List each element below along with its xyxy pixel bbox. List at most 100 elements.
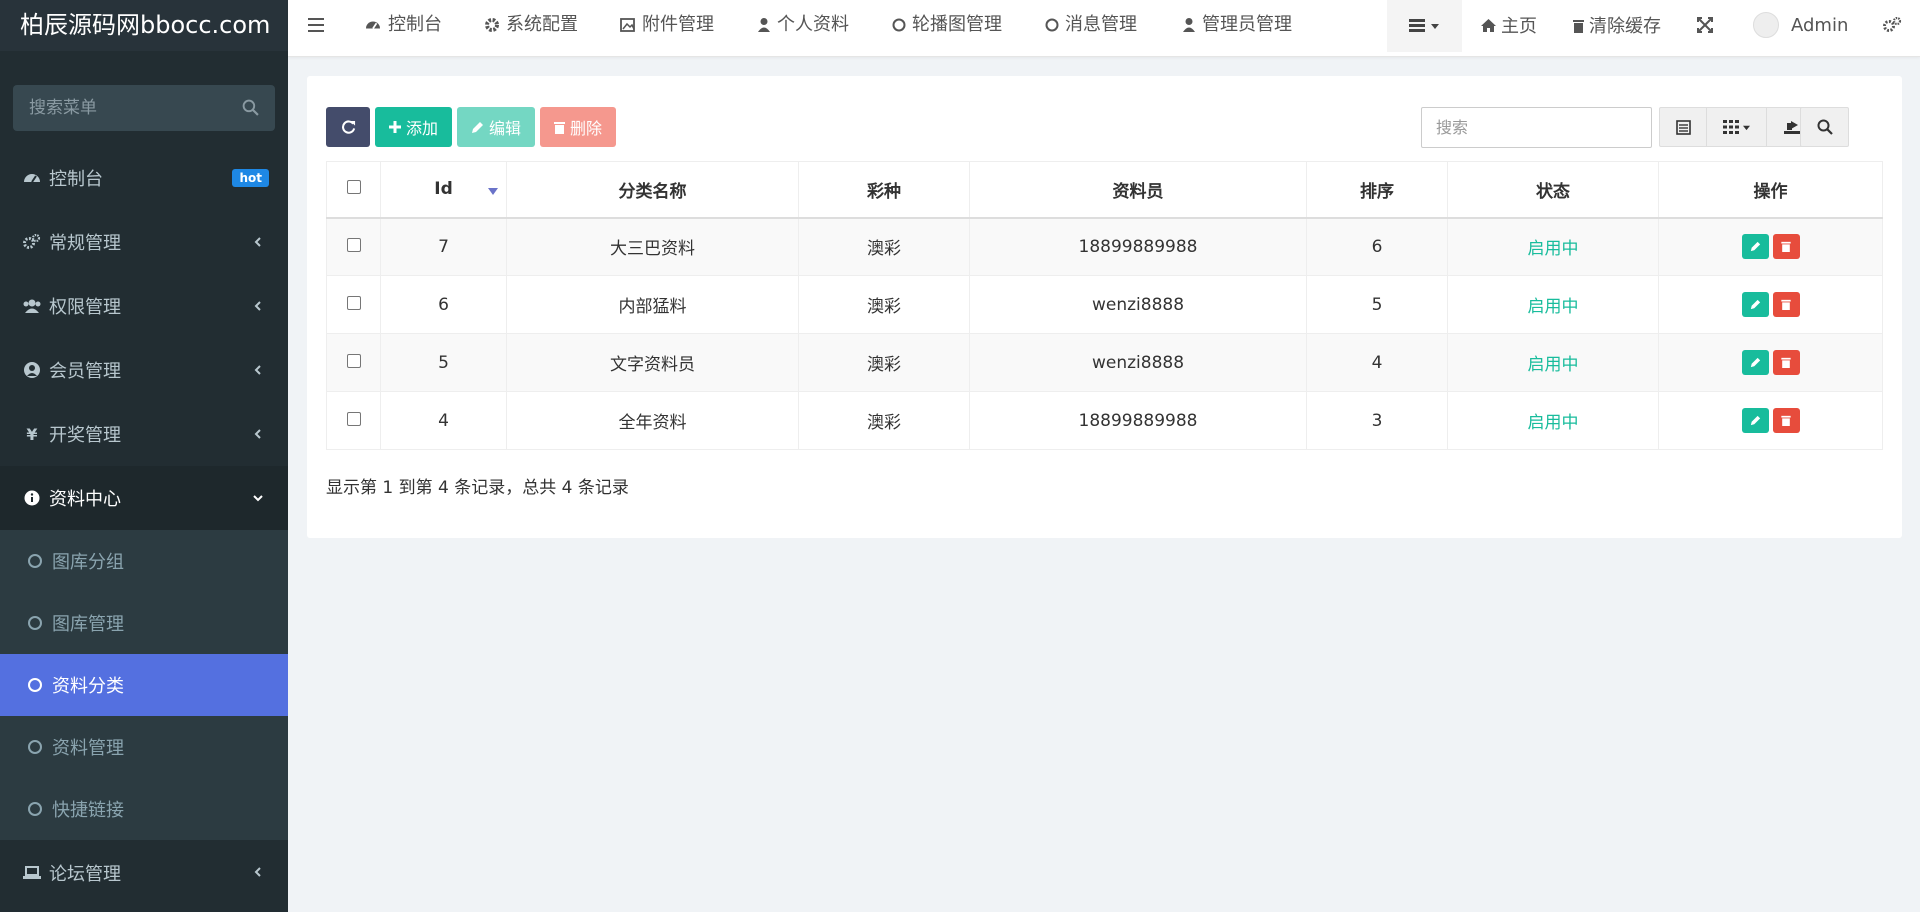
tab-profile[interactable]: 个人资料 bbox=[757, 0, 849, 50]
row-edit-button[interactable] bbox=[1741, 350, 1769, 375]
tab-dashboard[interactable]: 控制台 bbox=[364, 0, 442, 50]
sidebar-item-data-category[interactable]: 资料分类 bbox=[0, 654, 288, 716]
advanced-search-button[interactable] bbox=[1800, 107, 1849, 147]
edit-button[interactable]: 编辑 bbox=[457, 107, 536, 147]
sidebar-item-quick-links[interactable]: 快捷链接 bbox=[0, 778, 288, 840]
tab-carousel[interactable]: 轮播图管理 bbox=[892, 0, 1002, 50]
columns-button[interactable] bbox=[1707, 107, 1767, 147]
cell-clerk: wenzi8888 bbox=[969, 275, 1307, 334]
cell-actions bbox=[1658, 391, 1883, 450]
cell-type: 澳彩 bbox=[798, 217, 970, 276]
hamburger-icon[interactable] bbox=[308, 17, 326, 33]
trash-icon bbox=[1573, 19, 1584, 33]
row-delete-button[interactable] bbox=[1772, 350, 1800, 375]
chevron-left-icon bbox=[254, 237, 261, 247]
row-edit-button[interactable] bbox=[1741, 292, 1769, 317]
cell-name: 全年资料 bbox=[506, 391, 799, 450]
tabs-dropdown-button[interactable] bbox=[1387, 0, 1462, 52]
list-icon bbox=[1409, 19, 1425, 32]
tab-label: 管理员管理 bbox=[1202, 14, 1292, 35]
clear-cache-link[interactable]: 清除缓存 bbox=[1572, 0, 1661, 50]
content-panel: 添加 编辑 删除 Id 分类名称 bbox=[307, 76, 1902, 538]
tab-messages[interactable]: 消息管理 bbox=[1045, 0, 1137, 50]
chevron-left-icon bbox=[254, 365, 261, 375]
circle-icon bbox=[28, 740, 42, 754]
gear-icon bbox=[485, 18, 499, 32]
cell-type: 澳彩 bbox=[798, 391, 970, 450]
sidebar-item-forum[interactable]: 论坛管理 bbox=[0, 840, 288, 906]
row-checkbox[interactable] bbox=[346, 411, 361, 426]
trash-icon bbox=[1781, 242, 1791, 253]
row-edit-button[interactable] bbox=[1741, 408, 1769, 433]
table-row[interactable]: 6 内部猛料 澳彩 wenzi8888 5 启用中 bbox=[326, 275, 1883, 334]
plus-icon bbox=[389, 121, 401, 133]
circle-icon bbox=[28, 802, 42, 816]
row-select-cell bbox=[326, 333, 381, 392]
fullscreen-button[interactable] bbox=[1697, 0, 1713, 50]
row-delete-button[interactable] bbox=[1772, 408, 1800, 433]
sidebar-item-data-center[interactable]: 资料中心 bbox=[0, 466, 288, 530]
cell-actions bbox=[1658, 333, 1883, 392]
settings-button[interactable] bbox=[1882, 0, 1902, 50]
trash-icon bbox=[1781, 415, 1791, 426]
add-button[interactable]: 添加 bbox=[375, 107, 453, 147]
table-search-input[interactable] bbox=[1421, 107, 1652, 148]
column-header-id[interactable]: Id bbox=[380, 161, 507, 219]
sidebar-item-members[interactable]: 会员管理 bbox=[0, 338, 288, 402]
column-header-type[interactable]: 彩种 bbox=[798, 161, 970, 219]
search-icon[interactable] bbox=[242, 99, 259, 116]
cell-status[interactable]: 启用中 bbox=[1447, 391, 1659, 450]
table-row[interactable]: 4 全年资料 澳彩 18899889988 3 启用中 bbox=[326, 391, 1883, 450]
chevron-left-icon bbox=[254, 867, 261, 877]
sidebar-item-permissions[interactable]: 权限管理 bbox=[0, 274, 288, 338]
select-all-checkbox[interactable] bbox=[346, 180, 361, 195]
sidebar-item-gallery-manage[interactable]: 图库管理 bbox=[0, 592, 288, 654]
sidebar-item-dashboard[interactable]: 控制台 hot bbox=[0, 146, 288, 210]
cell-status[interactable]: 启用中 bbox=[1447, 275, 1659, 334]
menu-search-input[interactable] bbox=[13, 85, 275, 131]
sort-desc-icon bbox=[488, 188, 498, 195]
cell-type: 澳彩 bbox=[798, 275, 970, 334]
row-checkbox[interactable] bbox=[346, 237, 361, 252]
cell-status[interactable]: 启用中 bbox=[1447, 217, 1659, 276]
app-logo[interactable]: 柏辰源码网bbocc.com bbox=[0, 0, 288, 51]
cogs-icon bbox=[22, 233, 42, 251]
refresh-button[interactable] bbox=[326, 107, 370, 147]
user-menu[interactable]: Admin bbox=[1753, 0, 1848, 50]
table-row[interactable]: 7 大三巴资料 澳彩 18899889988 6 启用中 bbox=[326, 217, 1883, 276]
sidebar: 柏辰源码网bbocc.com 控制台 hot 常规管理 权限管理 会员管理 ¥ … bbox=[0, 0, 288, 912]
row-delete-button[interactable] bbox=[1772, 234, 1800, 260]
delete-button[interactable]: 删除 bbox=[540, 107, 617, 147]
toggle-view-button[interactable] bbox=[1659, 107, 1707, 147]
row-checkbox[interactable] bbox=[346, 295, 361, 310]
tab-attachments[interactable]: 附件管理 bbox=[620, 0, 714, 50]
row-delete-button[interactable] bbox=[1772, 292, 1800, 317]
home-link[interactable]: 主页 bbox=[1480, 0, 1537, 50]
row-checkbox[interactable] bbox=[346, 353, 361, 368]
search-icon bbox=[1817, 119, 1833, 135]
column-header-order[interactable]: 排序 bbox=[1306, 161, 1448, 219]
column-header-status[interactable]: 状态 bbox=[1447, 161, 1659, 219]
sidebar-item-general[interactable]: 常规管理 bbox=[0, 210, 288, 274]
cell-clerk: 18899889988 bbox=[969, 391, 1307, 450]
sidebar-item-label: 常规管理 bbox=[49, 233, 121, 254]
sidebar-item-lottery[interactable]: ¥ 开奖管理 bbox=[0, 402, 288, 466]
fullscreen-icon bbox=[1697, 17, 1713, 33]
edit-label: 编辑 bbox=[489, 119, 522, 138]
cell-status[interactable]: 启用中 bbox=[1447, 333, 1659, 392]
row-edit-button[interactable] bbox=[1741, 234, 1769, 260]
sidebar-item-gallery-group[interactable]: 图库分组 bbox=[0, 530, 288, 592]
avatar bbox=[1753, 12, 1779, 38]
home-icon bbox=[1481, 18, 1496, 32]
tab-admins[interactable]: 管理员管理 bbox=[1182, 0, 1292, 50]
column-header-name[interactable]: 分类名称 bbox=[506, 161, 799, 219]
caret-down-icon bbox=[1742, 125, 1750, 130]
circle-icon bbox=[892, 18, 906, 32]
column-header-clerk[interactable]: 资料员 bbox=[969, 161, 1307, 219]
table-row[interactable]: 5 文字资料员 澳彩 wenzi8888 4 启用中 bbox=[326, 333, 1883, 392]
dashboard-icon bbox=[366, 21, 380, 29]
menu-search bbox=[13, 85, 275, 131]
column-label: Id bbox=[434, 179, 453, 200]
sidebar-item-data-manage[interactable]: 资料管理 bbox=[0, 716, 288, 778]
tab-system-config[interactable]: 系统配置 bbox=[484, 0, 578, 50]
